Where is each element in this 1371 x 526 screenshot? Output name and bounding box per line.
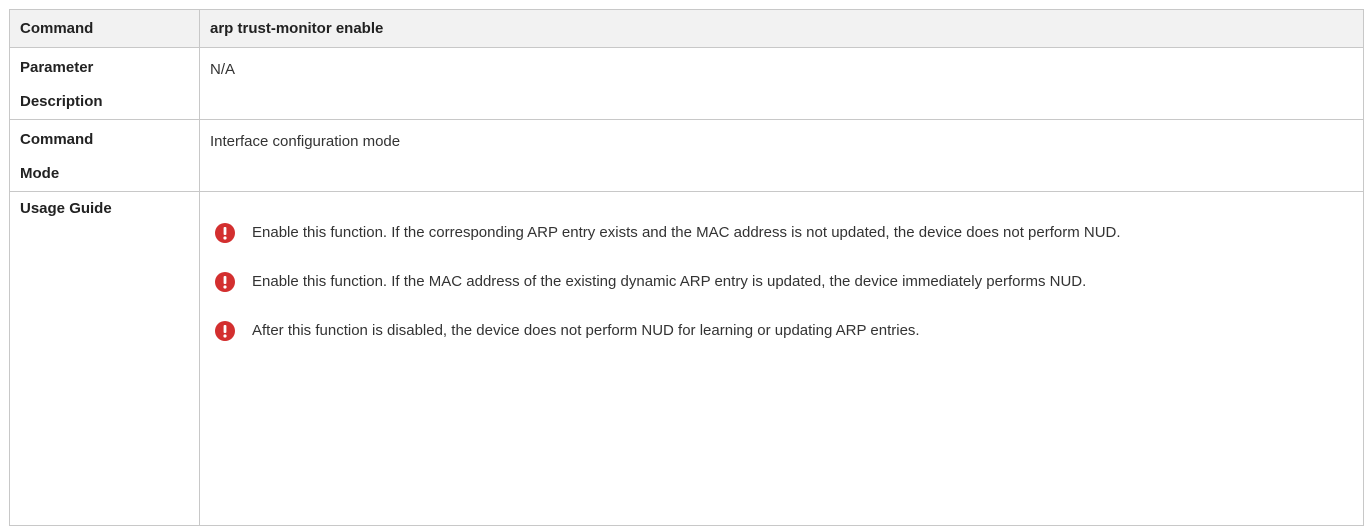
usage-note: After this function is disabled, the dev… (210, 314, 1351, 348)
parameter-description-value: N/A (210, 61, 236, 78)
command-row: Command arp trust-monitor enable (9, 9, 1364, 48)
command-label-cell: Command (9, 9, 200, 48)
parameter-description-label-cell: Parameter Description (9, 47, 200, 120)
warning-icon (215, 321, 235, 341)
usage-note-text: After this function is disabled, the dev… (252, 322, 920, 339)
command-label: Command (20, 20, 94, 37)
usage-note: Enable this function. If the MAC address… (210, 265, 1351, 299)
command-mode-label-line1: Command (20, 131, 94, 148)
parameter-description-value-cell: N/A (199, 47, 1364, 120)
warning-icon (215, 223, 235, 243)
command-mode-row: Command Mode Interface configuration mod… (9, 119, 1364, 192)
command-value: arp trust-monitor enable (210, 20, 384, 37)
parameter-label-line2: Description (20, 93, 103, 110)
usage-note-text: Enable this function. If the MAC address… (252, 273, 1087, 290)
usage-guide-label-cell: Usage Guide (9, 191, 200, 526)
command-mode-value: Interface configuration mode (210, 133, 401, 150)
usage-guide-row: Usage Guide Enable this function. If the… (9, 191, 1364, 526)
usage-note-text: Enable this function. If the correspondi… (252, 224, 1121, 241)
command-mode-label-line2: Mode (20, 165, 60, 182)
warning-icon (215, 272, 235, 292)
parameter-description-row: Parameter Description N/A (9, 47, 1364, 120)
command-mode-value-cell: Interface configuration mode (199, 119, 1364, 192)
parameter-label-line1: Parameter (20, 59, 94, 76)
usage-note: Enable this function. If the correspondi… (210, 216, 1351, 250)
usage-guide-label: Usage Guide (20, 200, 112, 217)
usage-guide-value-cell: Enable this function. If the correspondi… (199, 191, 1364, 526)
command-mode-label-cell: Command Mode (9, 119, 200, 192)
command-reference-table: Command arp trust-monitor enable Paramet… (9, 9, 1364, 526)
command-value-cell: arp trust-monitor enable (199, 9, 1364, 48)
